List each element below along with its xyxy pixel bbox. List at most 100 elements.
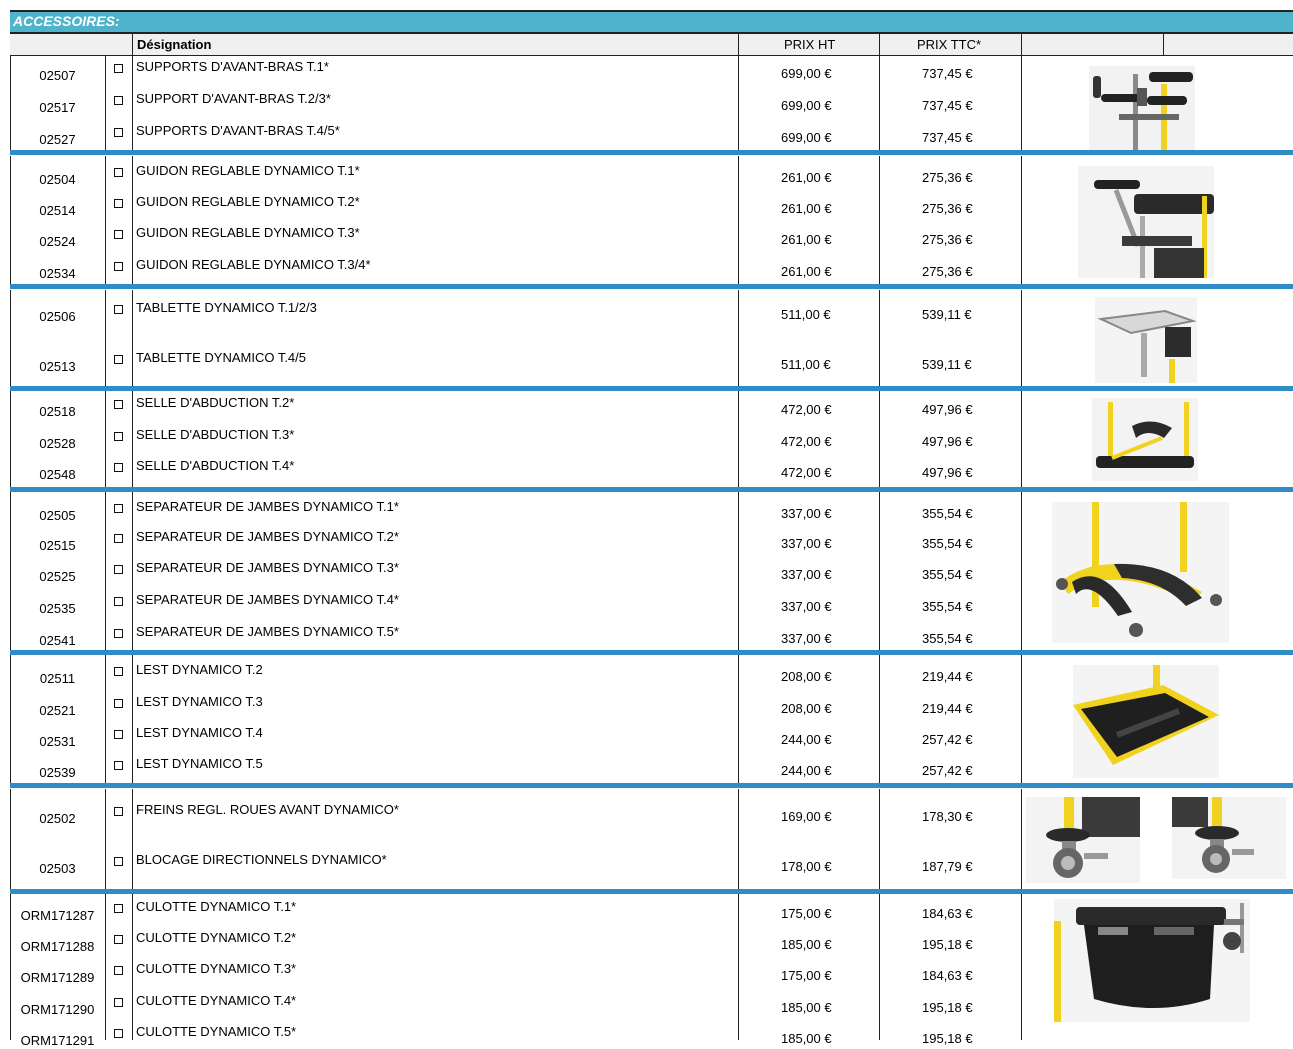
price-ttc: 275,36 € [922, 264, 973, 279]
product-code: 02515 [39, 538, 76, 553]
price-ttc: 275,36 € [922, 232, 973, 247]
price-ht: 337,00 € [781, 631, 832, 646]
price-ttc: 539,11 € [922, 307, 972, 322]
price-ht: 185,00 € [781, 937, 832, 952]
price-ht: 185,00 € [781, 1031, 832, 1046]
order-checkbox[interactable] [114, 857, 123, 866]
price-ttc: 219,44 € [922, 701, 973, 716]
price-ttc: 187,79 € [922, 859, 973, 874]
column-border [1021, 655, 1022, 783]
product-code: ORM171287 [20, 908, 95, 923]
order-checkbox[interactable] [114, 998, 123, 1007]
product-designation: LEST DYNAMICO T.4 [136, 725, 263, 740]
column-border [1021, 156, 1022, 284]
header-code-cell [10, 33, 132, 56]
price-ht: 261,00 € [781, 232, 832, 247]
price-ttc: 178,30 € [922, 809, 973, 824]
price-ht: 178,00 € [781, 859, 832, 874]
product-code: 02504 [39, 172, 76, 187]
order-checkbox[interactable] [114, 262, 123, 271]
order-checkbox[interactable] [114, 761, 123, 770]
column-border [1021, 789, 1022, 889]
product-code: 02534 [39, 266, 76, 281]
column-border [738, 56, 739, 150]
product-designation: SEPARATEUR DE JAMBES DYNAMICO T.3* [136, 560, 399, 575]
order-checkbox[interactable] [114, 355, 123, 364]
order-checkbox[interactable] [114, 230, 123, 239]
header-extra-cell [1164, 33, 1293, 56]
group-separator [10, 783, 1293, 788]
price-ht: 169,00 € [781, 809, 832, 824]
product-designation: GUIDON REGLABLE DYNAMICO T.3/4* [136, 257, 371, 272]
product-code: 02535 [39, 601, 76, 616]
order-checkbox[interactable] [114, 199, 123, 208]
order-checkbox[interactable] [114, 730, 123, 739]
price-ttc: 257,42 € [922, 732, 973, 747]
price-ttc: 184,63 € [922, 968, 973, 983]
order-checkbox[interactable] [114, 168, 123, 177]
price-ttc: 497,96 € [922, 465, 973, 480]
product-code: 02505 [39, 508, 76, 523]
order-checkbox[interactable] [114, 597, 123, 606]
order-checkbox[interactable] [114, 629, 123, 638]
product-designation: SEPARATEUR DE JAMBES DYNAMICO T.5* [136, 624, 399, 639]
column-border [738, 492, 739, 650]
order-checkbox[interactable] [114, 966, 123, 975]
order-checkbox[interactable] [114, 504, 123, 513]
product-designation: SELLE D'ABDUCTION T.4* [136, 458, 295, 473]
order-checkbox[interactable] [114, 400, 123, 409]
product-code: ORM171289 [20, 970, 95, 985]
order-checkbox[interactable] [114, 1029, 123, 1038]
price-ht: 337,00 € [781, 567, 832, 582]
abduction-saddle-image [1092, 398, 1198, 481]
price-ht: 244,00 € [781, 763, 832, 778]
product-code: ORM171288 [20, 939, 95, 954]
order-checkbox[interactable] [114, 807, 123, 816]
column-border [738, 156, 739, 284]
order-checkbox[interactable] [114, 565, 123, 574]
price-ht: 699,00 € [781, 130, 832, 145]
order-checkbox[interactable] [114, 432, 123, 441]
product-code: 02514 [39, 203, 76, 218]
order-checkbox[interactable] [114, 305, 123, 314]
order-checkbox[interactable] [114, 534, 123, 543]
order-checkbox[interactable] [114, 667, 123, 676]
header-prix-ttc: PRIX TTC* [917, 37, 982, 52]
column-border [132, 156, 133, 284]
handlebar-image [1078, 166, 1214, 278]
order-checkbox[interactable] [114, 935, 123, 944]
column-border [879, 290, 880, 386]
product-designation: GUIDON REGLABLE DYNAMICO T.2* [136, 194, 360, 209]
product-designation: SUPPORTS D'AVANT-BRAS T.1* [136, 59, 329, 74]
price-ht: 699,00 € [781, 66, 832, 81]
column-border [132, 492, 133, 650]
price-ht: 261,00 € [781, 264, 832, 279]
group-separator [10, 650, 1293, 655]
order-checkbox[interactable] [114, 128, 123, 137]
product-code: 02503 [39, 861, 76, 876]
price-ht: 511,00 € [781, 307, 831, 322]
section-title: ACCESSOIRES: [13, 13, 120, 29]
order-checkbox[interactable] [114, 96, 123, 105]
header-prix-ttc-cell: PRIX TTC* [879, 33, 1021, 56]
product-designation: FREINS REGL. ROUES AVANT DYNAMICO* [136, 802, 399, 817]
product-code: 02524 [39, 234, 76, 249]
order-checkbox[interactable] [114, 904, 123, 913]
order-checkbox[interactable] [114, 463, 123, 472]
product-code: 02527 [39, 132, 76, 147]
product-code: ORM171290 [20, 1002, 95, 1017]
price-ht: 337,00 € [781, 536, 832, 551]
order-checkbox[interactable] [114, 64, 123, 73]
product-designation: SELLE D'ABDUCTION T.2* [136, 395, 295, 410]
price-ttc: 497,96 € [922, 402, 973, 417]
price-ttc: 184,63 € [922, 906, 973, 921]
product-designation: SELLE D'ABDUCTION T.3* [136, 427, 295, 442]
price-ht: 337,00 € [781, 599, 832, 614]
price-ht: 511,00 € [781, 357, 831, 372]
product-designation: LEST DYNAMICO T.3 [136, 694, 263, 709]
order-checkbox[interactable] [114, 699, 123, 708]
product-designation: GUIDON REGLABLE DYNAMICO T.3* [136, 225, 360, 240]
column-border [105, 789, 106, 889]
column-border [738, 391, 739, 487]
column-border [879, 894, 880, 1040]
